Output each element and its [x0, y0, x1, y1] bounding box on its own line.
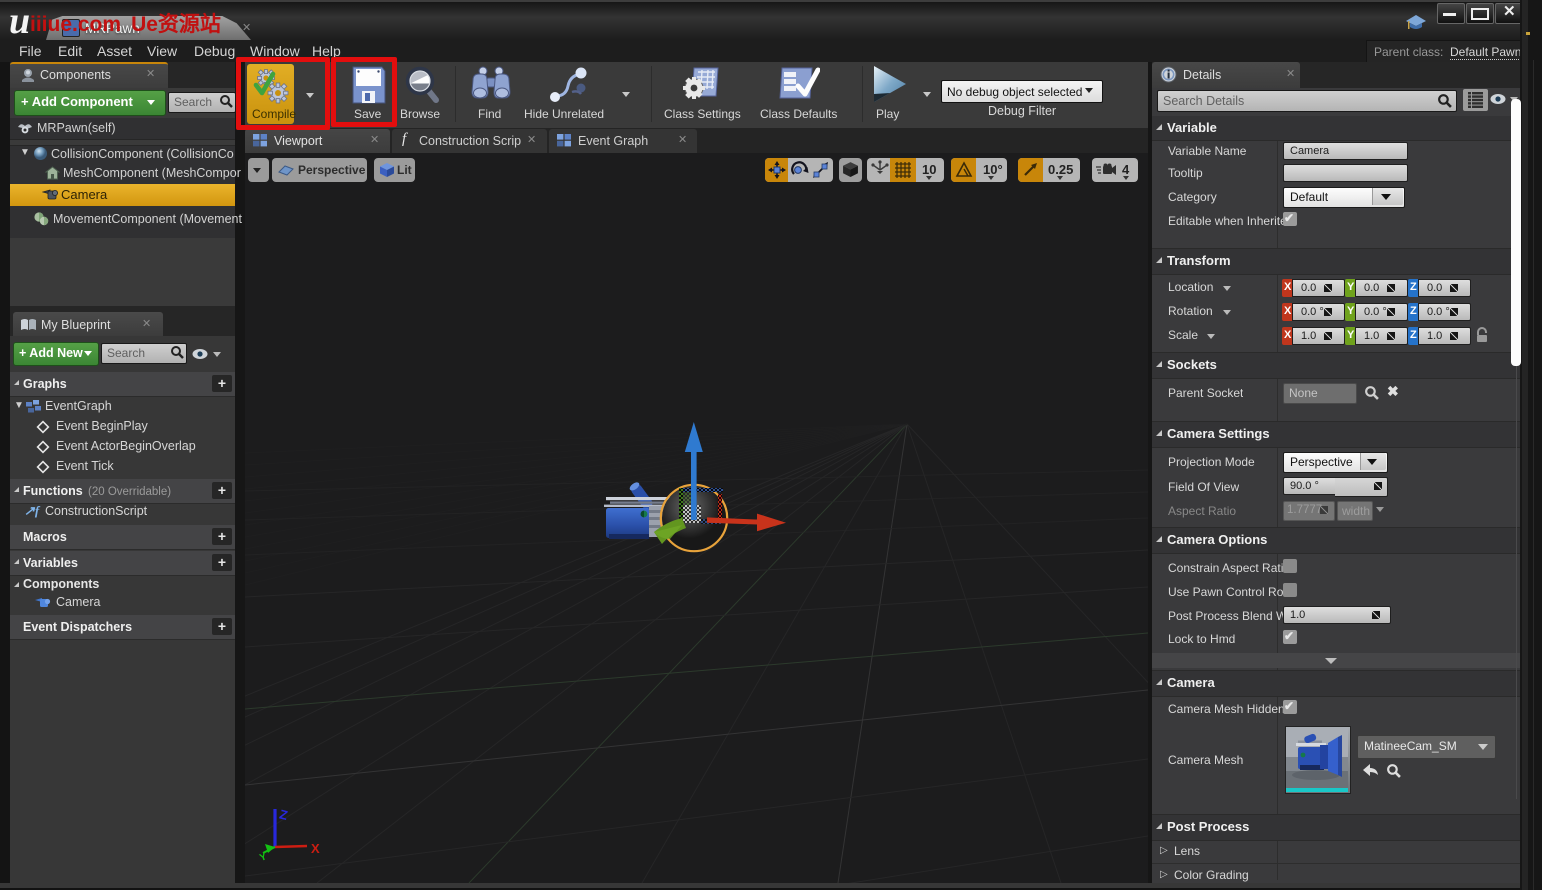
svg-text:Y: Y: [258, 851, 268, 864]
svg-text:Z: Z: [278, 806, 289, 822]
svg-text:X: X: [311, 841, 320, 856]
